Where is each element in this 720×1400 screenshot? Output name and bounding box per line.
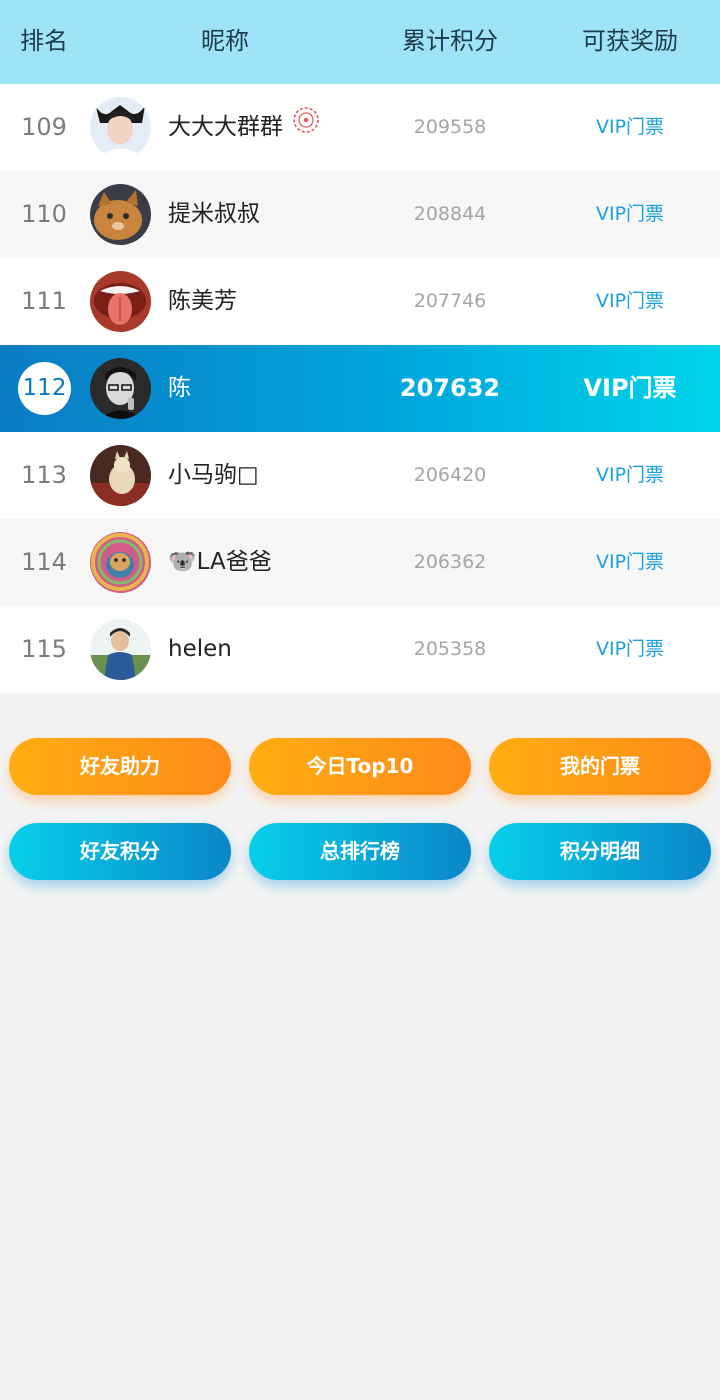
- points-value: 207746: [413, 290, 487, 312]
- nickname: 大大大群群: [168, 84, 320, 171]
- leaderboard-row[interactable]: 111 陈美芳 207746 VIP门票: [0, 258, 720, 345]
- leaderboard-row[interactable]: 110 提米叔叔 208844 VIP门票: [0, 171, 720, 258]
- avatar[interactable]: [90, 445, 151, 506]
- avatar[interactable]: [90, 97, 151, 158]
- leaderboard-header: 排名 昵称 累计积分 可获奖励: [0, 0, 720, 84]
- nickname: 小马驹□: [168, 462, 259, 488]
- overall-ranking-button[interactable]: 总排行榜: [249, 823, 471, 880]
- header-points: 累计积分: [402, 27, 498, 55]
- header-nickname: 昵称: [201, 27, 249, 55]
- leaderboard-row[interactable]: 115 helen 205358 VIP门票: [0, 606, 720, 693]
- leaderboard-list: 109 大大大群群 209558 VIP门票 110 提米叔叔 208844 V…: [0, 84, 720, 693]
- reward-link[interactable]: VIP门票: [550, 171, 710, 258]
- avatar[interactable]: [90, 271, 151, 332]
- rank-cell: 112: [0, 345, 88, 432]
- reward-link[interactable]: VIP门票: [550, 606, 710, 693]
- leaderboard-row[interactable]: 113 小马驹□ 206420 VIP门票: [0, 432, 720, 519]
- points-value: 206420: [413, 464, 487, 486]
- nickname: helen: [168, 636, 232, 662]
- friend-help-button[interactable]: 好友助力: [9, 738, 231, 795]
- leaderboard-row[interactable]: 114 🐨LA爸爸 206362 VIP门票: [0, 519, 720, 606]
- avatar[interactable]: [90, 532, 151, 593]
- rank-number: 111: [21, 287, 67, 315]
- points-detail-button[interactable]: 积分明细: [489, 823, 711, 880]
- leaderboard-row[interactable]: 109 大大大群群 209558 VIP门票: [0, 84, 720, 171]
- flower-badge-icon: [292, 84, 320, 171]
- my-tickets-button[interactable]: 我的门票: [489, 738, 711, 795]
- avatar[interactable]: [90, 358, 151, 419]
- avatar[interactable]: [90, 619, 151, 680]
- points-value: 208844: [413, 203, 487, 225]
- reward-link[interactable]: VIP门票: [550, 258, 710, 345]
- reward-link[interactable]: VIP门票: [550, 345, 710, 432]
- nickname: 陈: [168, 375, 191, 401]
- header-reward: 可获奖励: [582, 27, 678, 55]
- points-value: 206362: [413, 551, 487, 573]
- rank-number: 109: [21, 113, 67, 141]
- nickname: 🐨LA爸爸: [168, 549, 272, 575]
- points-value: 207632: [399, 374, 501, 402]
- avatar[interactable]: [90, 184, 151, 245]
- rank-number: 115: [21, 635, 67, 663]
- rank-number: 110: [21, 200, 67, 228]
- reward-link[interactable]: VIP门票: [550, 84, 710, 171]
- nickname: 提米叔叔: [168, 201, 260, 227]
- today-top10-button[interactable]: 今日Top10: [249, 738, 471, 795]
- reward-link[interactable]: VIP门票: [550, 519, 710, 606]
- nickname: 陈美芳: [168, 288, 237, 314]
- rank-number: 113: [21, 461, 67, 489]
- header-rank: 排名: [20, 27, 68, 55]
- rank-badge: 112: [18, 362, 71, 415]
- leaderboard-row-current-user[interactable]: 112 陈 207632 VIP门票: [0, 345, 720, 432]
- nickname-text: 大大大群群: [168, 114, 283, 140]
- points-value: 205358: [413, 638, 487, 660]
- rank-number: 114: [21, 548, 67, 576]
- reward-link[interactable]: VIP门票: [550, 432, 710, 519]
- points-value: 209558: [413, 116, 487, 138]
- friend-points-button[interactable]: 好友积分: [9, 823, 231, 880]
